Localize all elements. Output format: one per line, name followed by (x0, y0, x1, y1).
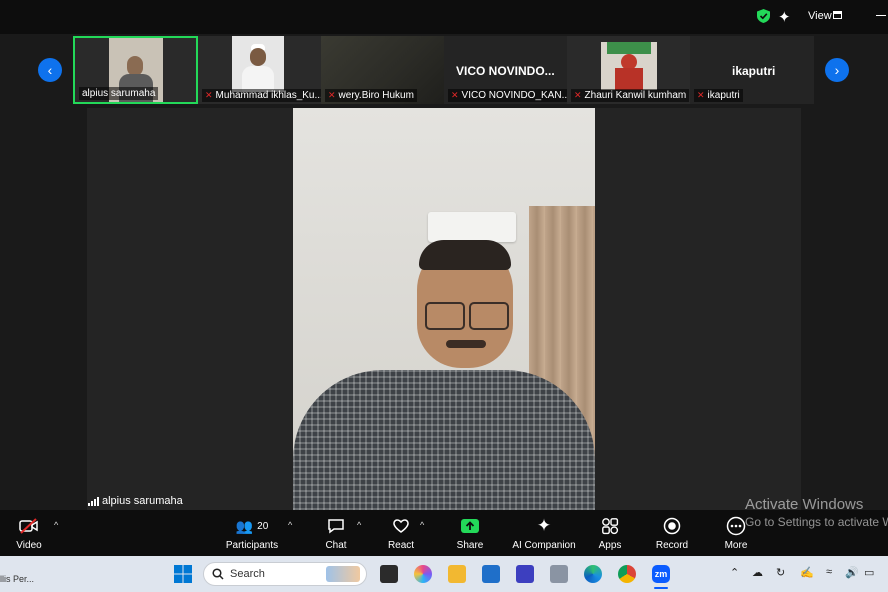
participant-tile-ikaputri[interactable]: ikaputri ✕ ikaputri (690, 36, 814, 104)
edge-browser-icon[interactable] (584, 565, 602, 583)
video-options-caret[interactable]: ^ (54, 520, 58, 530)
chat-icon (328, 519, 344, 534)
participants-button[interactable]: 👥 20 Participants (224, 516, 280, 552)
file-explorer-icon[interactable] (448, 565, 466, 583)
record-button[interactable]: Record (655, 516, 689, 551)
view-button[interactable]: View (808, 10, 832, 22)
battery-icon[interactable]: ▭ (864, 566, 874, 579)
windows-start-icon[interactable] (174, 565, 192, 583)
search-highlight-image (326, 566, 360, 582)
participant-display-name: ikaputri (732, 64, 776, 78)
participants-options-caret[interactable]: ^ (288, 520, 292, 530)
video-button[interactable]: Video (14, 516, 44, 551)
share-button[interactable]: Share (455, 516, 485, 551)
apps-icon (602, 518, 619, 535)
activate-windows-watermark: Activate Windows (745, 496, 864, 513)
participant-name: alpius sarumaha (79, 87, 159, 100)
task-view-icon[interactable] (380, 565, 398, 583)
record-icon (663, 517, 681, 535)
participant-name: ✕ Zhauri Kanwil kumham (571, 89, 690, 102)
mic-muted-icon: ✕ (451, 90, 459, 100)
mic-muted-icon: ✕ (574, 90, 582, 100)
apps-button[interactable]: Apps (596, 516, 624, 551)
react-button[interactable]: React (387, 516, 415, 551)
participant-display-name: VICO NOVINDO... (456, 64, 555, 78)
taskbar-search-box[interactable]: Search (203, 562, 367, 586)
windows-taskbar: llis Per... Search zm ⌃ ☁ ↻ ✍ ≈ 🔊 ▭ (0, 556, 888, 592)
share-icon (461, 519, 479, 533)
connection-signal-icon (88, 496, 99, 506)
taskbar-left-item[interactable]: llis Per... (0, 574, 34, 584)
chat-button[interactable]: Chat (322, 516, 350, 551)
active-speaker-video (293, 108, 595, 510)
minimize-icon[interactable] (876, 15, 886, 16)
react-options-caret[interactable]: ^ (420, 520, 424, 530)
photos-app-icon[interactable] (516, 565, 534, 583)
participants-icon: 👥 (235, 517, 254, 534)
mic-muted-icon: ✕ (697, 90, 705, 100)
active-speaker-label: alpius sarumaha (88, 495, 183, 507)
volume-icon[interactable]: 🔊 (845, 566, 859, 579)
ai-companion-button[interactable]: ✦ AI Companion (512, 516, 576, 551)
participant-strip: ‹ alpius sarumaha ✕ Muhammad ikhlas_Ku...… (0, 34, 888, 108)
previous-page-button[interactable]: ‹ (38, 58, 62, 82)
chrome-icon[interactable] (618, 565, 636, 583)
search-icon (212, 568, 224, 580)
activate-windows-hint: Go to Settings to activate W (745, 515, 888, 529)
participant-photo (601, 42, 657, 90)
participant-tile-wery[interactable]: ✕ wery.Biro Hukum (321, 36, 444, 104)
participant-name: ✕ VICO NOVINDO_KAN... (448, 89, 567, 102)
participant-name: ✕ wery.Biro Hukum (325, 89, 417, 102)
participant-tile-muhammad[interactable]: ✕ Muhammad ikhlas_Ku... (198, 36, 321, 104)
mic-muted-icon: ✕ (205, 90, 213, 100)
language-icon[interactable]: ✍ (800, 566, 814, 579)
ai-sparkle-icon[interactable]: ✦ (778, 8, 791, 26)
participant-tile-zhauri[interactable]: ✕ Zhauri Kanwil kumham (567, 36, 690, 104)
participant-tile-vico[interactable]: VICO NOVINDO... ✕ VICO NOVINDO_KAN... (444, 36, 567, 104)
microsoft-store-icon[interactable] (482, 565, 500, 583)
ai-companion-sparkle-icon: ✦ (536, 516, 552, 535)
onedrive-cloud-icon[interactable]: ☁ (752, 566, 763, 579)
next-page-button[interactable]: › (825, 58, 849, 82)
show-hidden-icons-chevron[interactable]: ⌃ (730, 566, 739, 579)
mic-muted-icon: ✕ (328, 90, 336, 100)
camera-icon[interactable] (550, 565, 568, 583)
heart-icon (393, 519, 409, 533)
glasses (425, 302, 465, 330)
main-video-stage (87, 108, 801, 510)
zoom-app-icon[interactable]: zm (652, 565, 670, 583)
participant-name: ✕ ikaputri (694, 89, 743, 102)
speaker-shirt (293, 370, 595, 510)
copilot-icon[interactable] (414, 565, 432, 583)
participant-photo (232, 36, 284, 92)
air-conditioner (428, 212, 516, 242)
top-bar: ✦ View (0, 0, 888, 34)
more-icon (726, 516, 746, 536)
video-off-icon (19, 518, 38, 534)
sync-icon[interactable]: ↻ (776, 566, 785, 579)
participants-count: 20 (257, 520, 269, 532)
wifi-icon[interactable]: ≈ (826, 566, 832, 578)
view-grid-icon[interactable] (833, 11, 842, 19)
security-shield-icon[interactable] (757, 9, 770, 23)
zoom-active-indicator (654, 587, 668, 589)
chat-options-caret[interactable]: ^ (357, 520, 361, 530)
participant-name: ✕ Muhammad ikhlas_Ku... (202, 89, 321, 102)
participant-tile-alpius[interactable]: alpius sarumaha (73, 36, 198, 104)
